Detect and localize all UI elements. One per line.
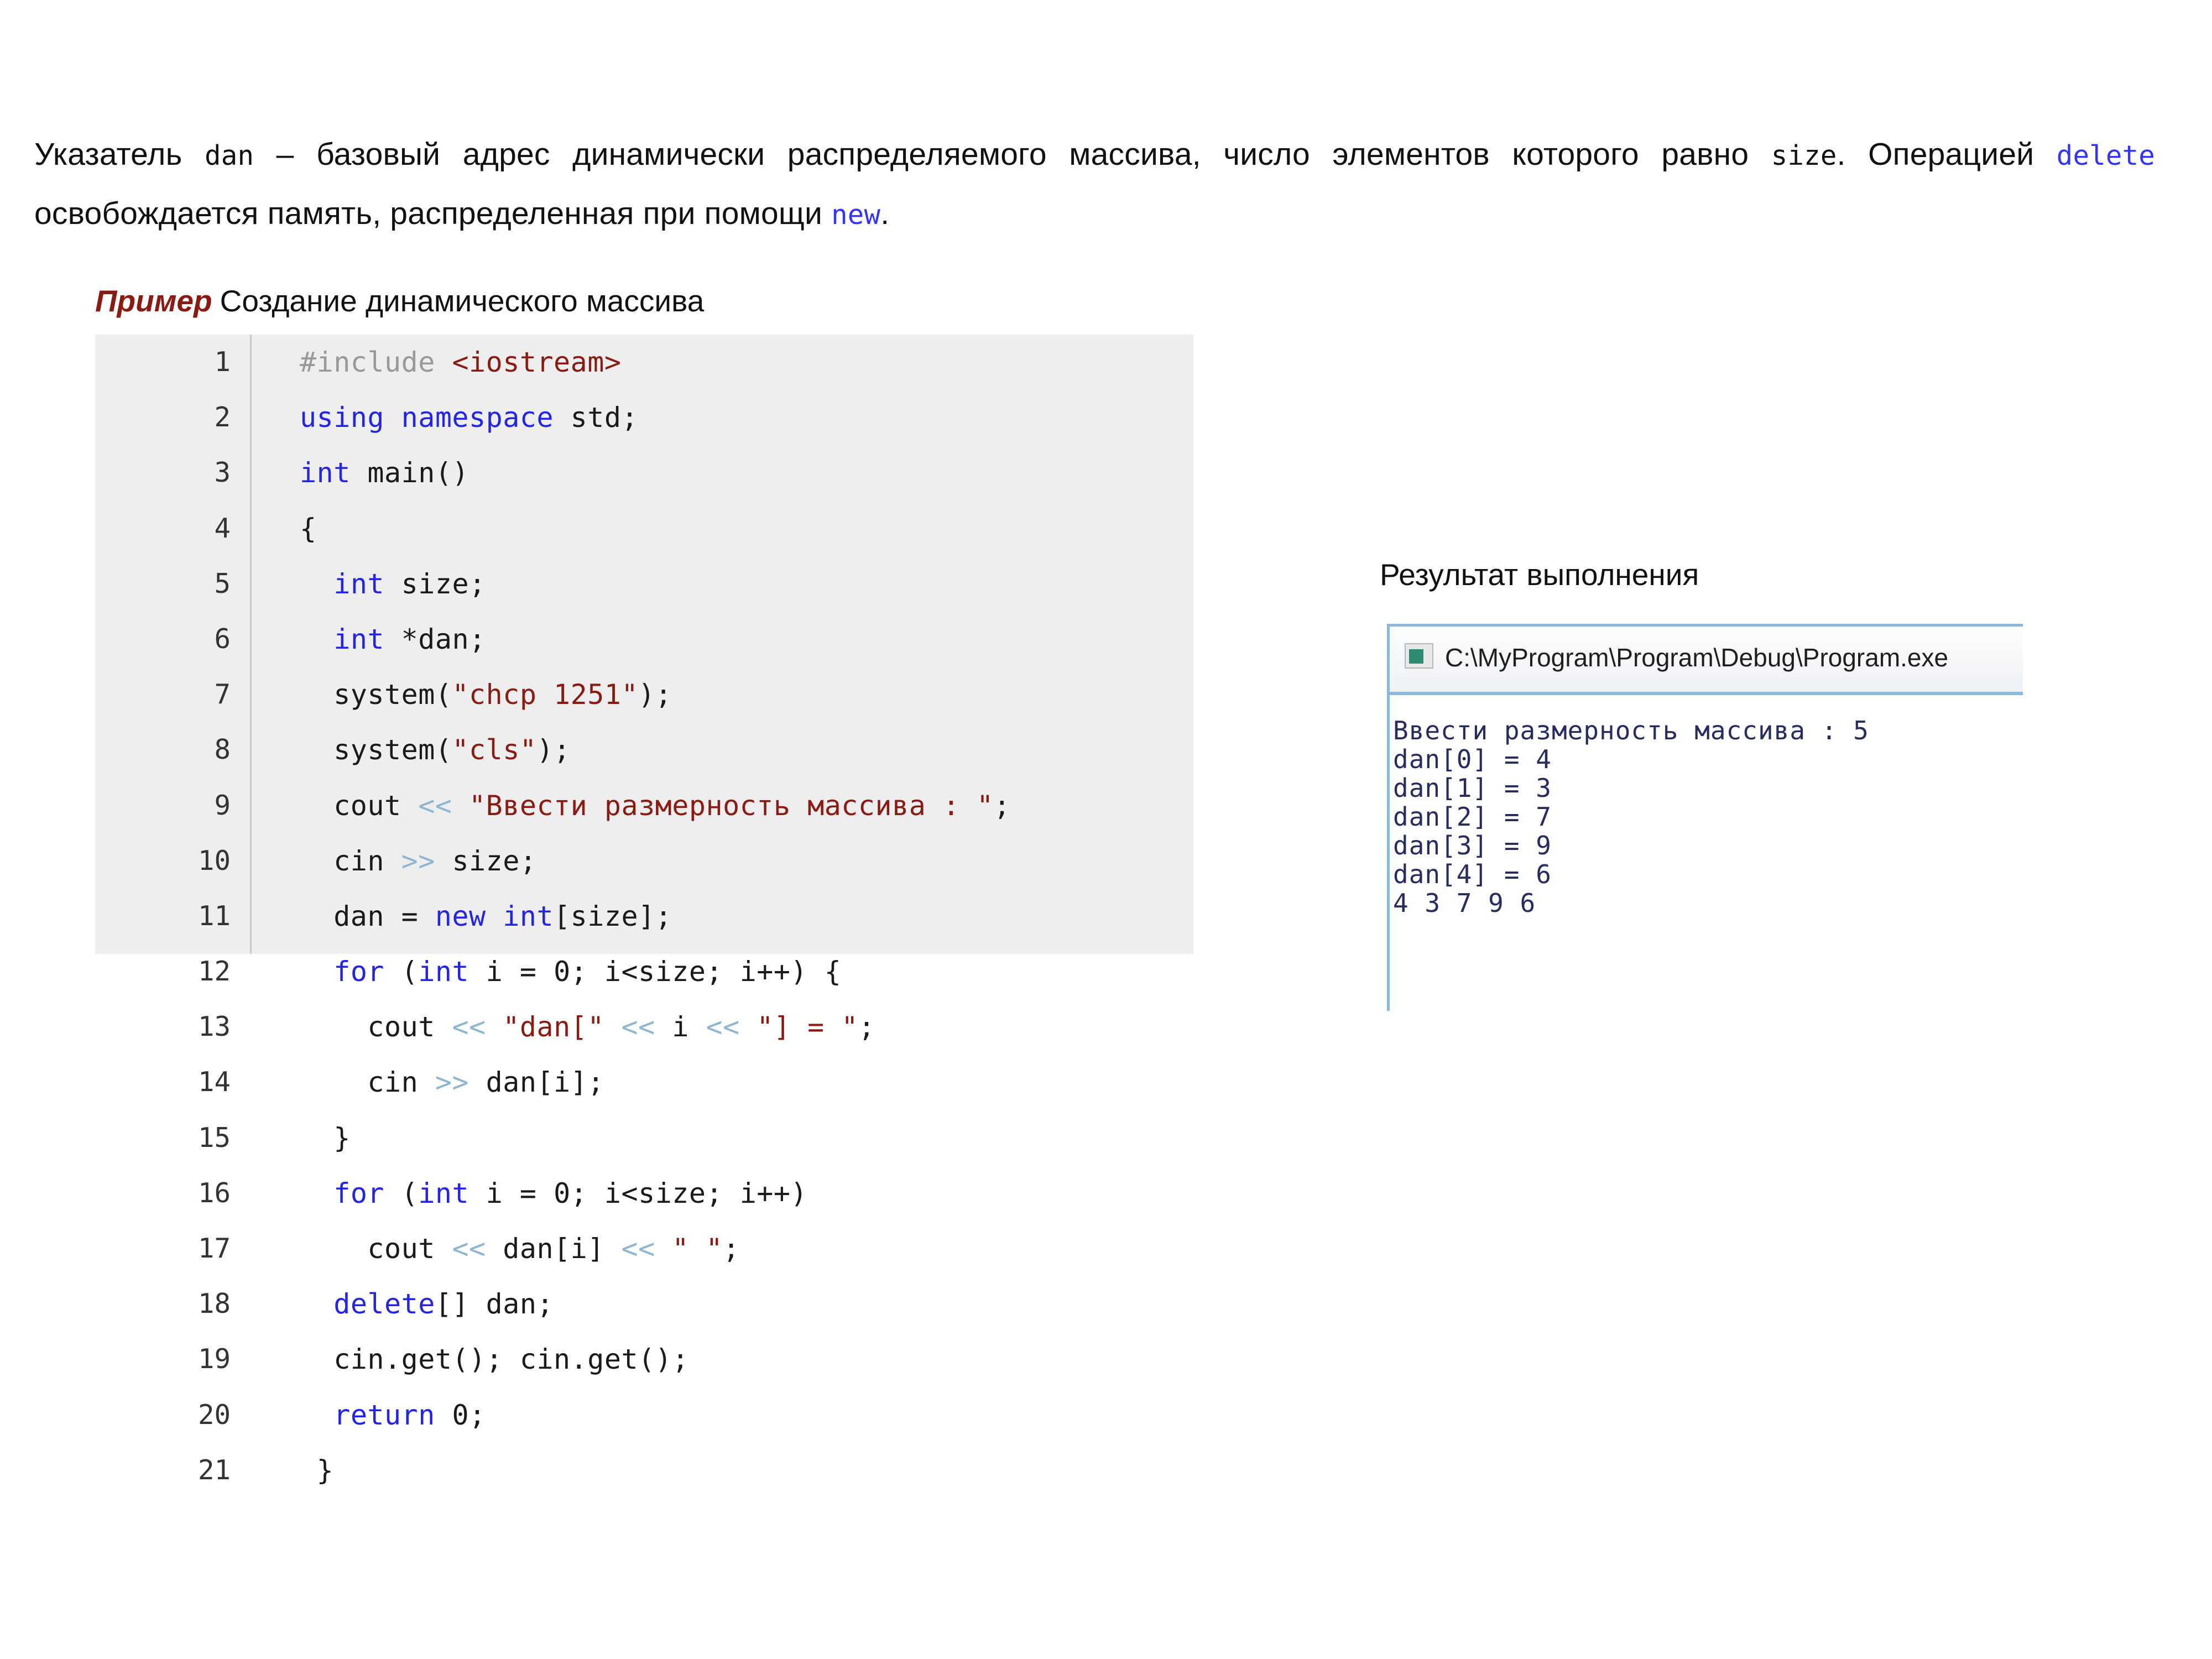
line-number: 17 (197, 1233, 231, 1264)
line-number: 14 (197, 1066, 231, 1098)
line-number: 6 (214, 623, 231, 655)
code-row: 17 cout << dan[i] << " "; (95, 1221, 1193, 1276)
line-number: 21 (197, 1454, 231, 1486)
code-line: #include <iostream> (300, 346, 622, 378)
intro-keyword-new: new (831, 199, 881, 231)
line-number: 11 (197, 900, 231, 932)
code-row: 5 int size; (95, 556, 1193, 612)
code-line: cout << "Ввести размерность массива : "; (300, 789, 1011, 822)
example-label: Пример (95, 284, 212, 318)
code-line: int main() (300, 457, 469, 489)
console-output-line: dan[3] = 9 (1393, 831, 1552, 860)
code-line: } (300, 1121, 351, 1154)
code-row: 4 { (95, 501, 1193, 556)
console-output-line: dan[1] = 3 (1393, 773, 1552, 803)
intro-text-2: – базовый адрес динамически распределяем… (254, 137, 1771, 172)
console-window-title: C:\MyProgram\Program\Debug\Program.exe (1445, 643, 1949, 672)
intro-code-dan: dan (205, 140, 254, 171)
code-row: 21 } (95, 1443, 1193, 1498)
code-row: 20 return 0; (95, 1387, 1193, 1443)
code-row: 13 cout << "dan[" << i << "] = "; (95, 999, 1193, 1055)
console-output: Ввести размерность массива : 5 dan[0] = … (1390, 695, 2023, 917)
code-line: cin >> dan[i]; (300, 1066, 604, 1099)
line-number: 1 (214, 346, 231, 378)
code-row: 6 int *dan; (95, 612, 1193, 667)
code-row: 7 system("chcp 1251"); (95, 667, 1193, 722)
code-line: } (300, 1454, 334, 1486)
line-number: 19 (197, 1343, 231, 1375)
code-block: 1 #include <iostream> 2 using namespace … (95, 335, 1193, 1486)
console-output-line: Ввести размерность массива : 5 (1393, 716, 1869, 745)
code-row: 18 delete[] dan; (95, 1276, 1193, 1332)
intro-text-1: Указатель (34, 137, 205, 172)
line-number: 10 (197, 844, 231, 877)
console-titlebar: C:\MyProgram\Program\Debug\Program.exe (1390, 627, 2023, 695)
code-line: for (int i = 0; i<size; i++) (333, 1177, 808, 1209)
intro-text-5: . (880, 196, 890, 231)
line-number: 12 (197, 956, 231, 988)
code-row: 9 cout << "Ввести размерность массива : … (95, 778, 1193, 833)
code-line: cin.get(); cin.get(); (300, 1343, 689, 1376)
line-number: 18 (197, 1288, 231, 1320)
code-line: return 0; (333, 1399, 486, 1431)
intro-text-4: освобождается память, распределенная при… (34, 196, 832, 231)
result-section-title: Результат выполнения (1380, 557, 1699, 592)
console-output-line: dan[0] = 4 (1393, 744, 1552, 774)
code-row: 19 cin.get(); cin.get(); (95, 1332, 1193, 1387)
code-row: 14 cin >> dan[i]; (95, 1055, 1193, 1110)
code-line: dan = new int[size]; (300, 900, 672, 932)
code-line: int size; (333, 567, 486, 600)
example-heading: Пример Создание динамического массива (95, 283, 704, 319)
line-number: 4 (214, 512, 231, 544)
code-row: 15 } (95, 1110, 1193, 1166)
code-line: cin >> size; (300, 844, 537, 877)
line-number: 20 (197, 1399, 231, 1431)
code-row: 2 using namespace std; (95, 390, 1193, 445)
line-number: 9 (214, 789, 231, 821)
console-output-line: dan[2] = 7 (1393, 802, 1552, 832)
line-number: 5 (214, 567, 231, 599)
intro-keyword-delete: delete (2056, 140, 2155, 171)
code-row: 10 cin >> size; (95, 833, 1193, 889)
console-output-line: dan[4] = 6 (1393, 859, 1552, 889)
code-line: { (300, 512, 317, 545)
code-line: for (int i = 0; i<size; i++) { (333, 956, 842, 988)
code-line: system("chcp 1251"); (300, 679, 672, 711)
console-output-line: 4 3 7 9 6 (1393, 888, 1536, 918)
example-caption: Создание динамического массива (220, 284, 705, 318)
intro-code-size: size (1771, 140, 1837, 171)
code-line: using namespace std; (300, 401, 639, 434)
code-line: cout << "dan[" << i << "] = "; (300, 1011, 875, 1044)
line-number: 2 (214, 401, 231, 434)
code-line: int *dan; (333, 623, 486, 655)
code-row: 11 dan = new int[size]; (95, 889, 1193, 944)
code-row: 12 for (int i = 0; i<size; i++) { (95, 944, 1193, 999)
code-row: 16 for (int i = 0; i<size; i++) (95, 1166, 1193, 1221)
console-window-icon (1405, 643, 1433, 669)
intro-text-3: . Операцией (1837, 137, 2057, 172)
line-number: 16 (197, 1177, 231, 1209)
line-number: 8 (214, 734, 231, 766)
line-number: 13 (197, 1011, 231, 1043)
code-line: delete[] dan; (333, 1288, 554, 1321)
console-window: C:\MyProgram\Program\Debug\Program.exe В… (1387, 624, 2023, 1011)
code-line: cout << dan[i] << " "; (300, 1233, 740, 1265)
line-number: 3 (214, 457, 231, 489)
code-row: 8 system("cls"); (95, 722, 1193, 778)
code-row: 1 #include <iostream> (95, 335, 1193, 390)
intro-paragraph: Указатель dan – базовый адрес динамическ… (34, 126, 2155, 244)
line-number: 7 (214, 679, 231, 711)
code-row: 3 int main() (95, 445, 1193, 500)
code-line: system("cls"); (300, 734, 571, 766)
line-number: 15 (197, 1121, 231, 1154)
code-gutter-divider (250, 335, 252, 954)
